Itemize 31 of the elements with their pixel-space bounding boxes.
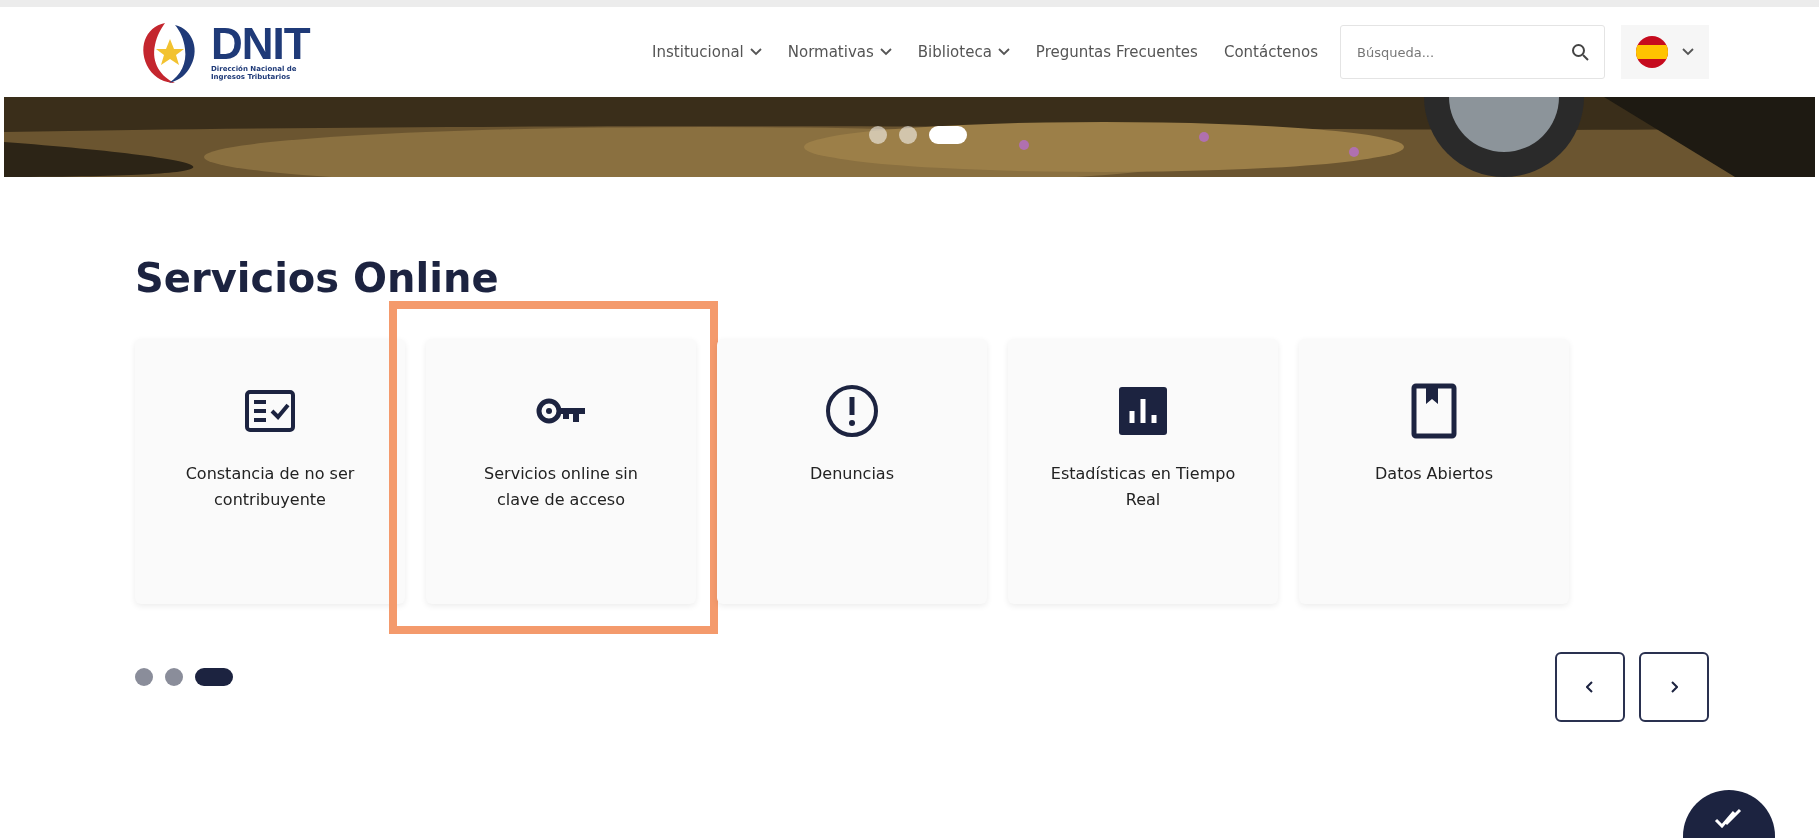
nav-link[interactable]: Biblioteca — [917, 43, 1010, 61]
carousel-dot[interactable] — [165, 668, 183, 686]
chevron-left-icon — [1586, 681, 1594, 693]
flag-icon — [1636, 36, 1668, 68]
service-label: Denuncias — [809, 463, 895, 485]
section-title: Servicios Online — [135, 255, 500, 301]
carousel-dot[interactable] — [899, 126, 917, 144]
service-label: Servicios online sin clave de acceso — [483, 463, 639, 512]
service-label: Estadísticas en Tiempo Real — [1049, 463, 1237, 512]
check-icon — [1714, 808, 1744, 828]
search-icon — [1571, 43, 1589, 61]
service-label: Datos Abiertos — [1374, 463, 1494, 485]
nav-link[interactable]: Preguntas Frecuentes — [1035, 43, 1198, 61]
search-field[interactable]: Búsqueda... — [1340, 25, 1605, 79]
language-button[interactable] — [1621, 25, 1709, 79]
nav-link[interactable]: Contáctenos — [1223, 43, 1318, 61]
chevron-down-icon — [1682, 48, 1694, 56]
next-button[interactable] — [1639, 652, 1709, 722]
alert-icon — [824, 383, 880, 439]
service-card[interactable]: Datos Abiertos — [1299, 339, 1569, 604]
service-card[interactable]: Denuncias — [717, 339, 987, 604]
previous-button[interactable] — [1555, 652, 1625, 722]
carousel-dot[interactable] — [135, 668, 153, 686]
service-label: Constancia de no ser contribuyente — [184, 463, 356, 512]
service-card[interactable]: Constancia de no ser contribuyente — [135, 339, 405, 604]
nav-link[interactable]: Institucional — [652, 43, 762, 61]
carousel-dot[interactable] — [869, 126, 887, 144]
chevron-right-icon — [1670, 681, 1678, 693]
service-card[interactable]: Estadísticas en Tiempo Real — [1008, 339, 1278, 604]
service-card[interactable]: Servicios online sin clave de acceso — [426, 339, 696, 604]
nav-link[interactable]: Normativas — [787, 43, 892, 61]
